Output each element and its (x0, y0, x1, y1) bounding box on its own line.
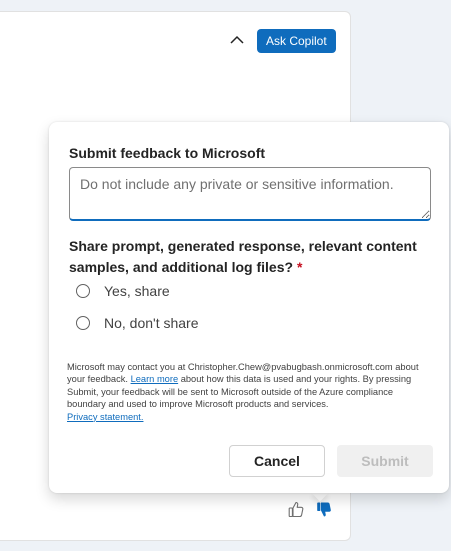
radio-circle[interactable] (76, 316, 90, 330)
radio-yes-share[interactable]: Yes, share (76, 283, 170, 299)
thumbs-down-filled-icon (316, 501, 332, 523)
cancel-button[interactable]: Cancel (229, 445, 325, 477)
radio-label-yes: Yes, share (104, 283, 170, 299)
feedback-title: Submit feedback to Microsoft (69, 145, 266, 161)
collapse-button[interactable] (227, 30, 247, 50)
submit-button[interactable]: Submit (337, 445, 433, 477)
like-button[interactable] (287, 501, 305, 523)
feedback-popover: Submit feedback to Microsoft Share promp… (49, 122, 449, 493)
radio-circle[interactable] (76, 284, 90, 298)
share-question-text: Share prompt, generated response, releva… (69, 238, 417, 275)
dislike-button[interactable] (315, 502, 333, 522)
privacy-statement-link[interactable]: Privacy statement. (67, 412, 143, 422)
thumbs-up-icon (288, 501, 304, 523)
required-marker: * (296, 259, 303, 275)
ask-copilot-button[interactable]: Ask Copilot (257, 29, 336, 53)
radio-no-share[interactable]: No, don't share (76, 315, 199, 331)
radio-label-no: No, don't share (104, 315, 199, 331)
chevron-up-icon (230, 31, 244, 49)
learn-more-link[interactable]: Learn more (131, 374, 179, 384)
share-question: Share prompt, generated response, releva… (69, 236, 419, 278)
feedback-disclaimer: Microsoft may contact you at Christopher… (67, 361, 429, 423)
feedback-textarea[interactable] (69, 167, 431, 221)
